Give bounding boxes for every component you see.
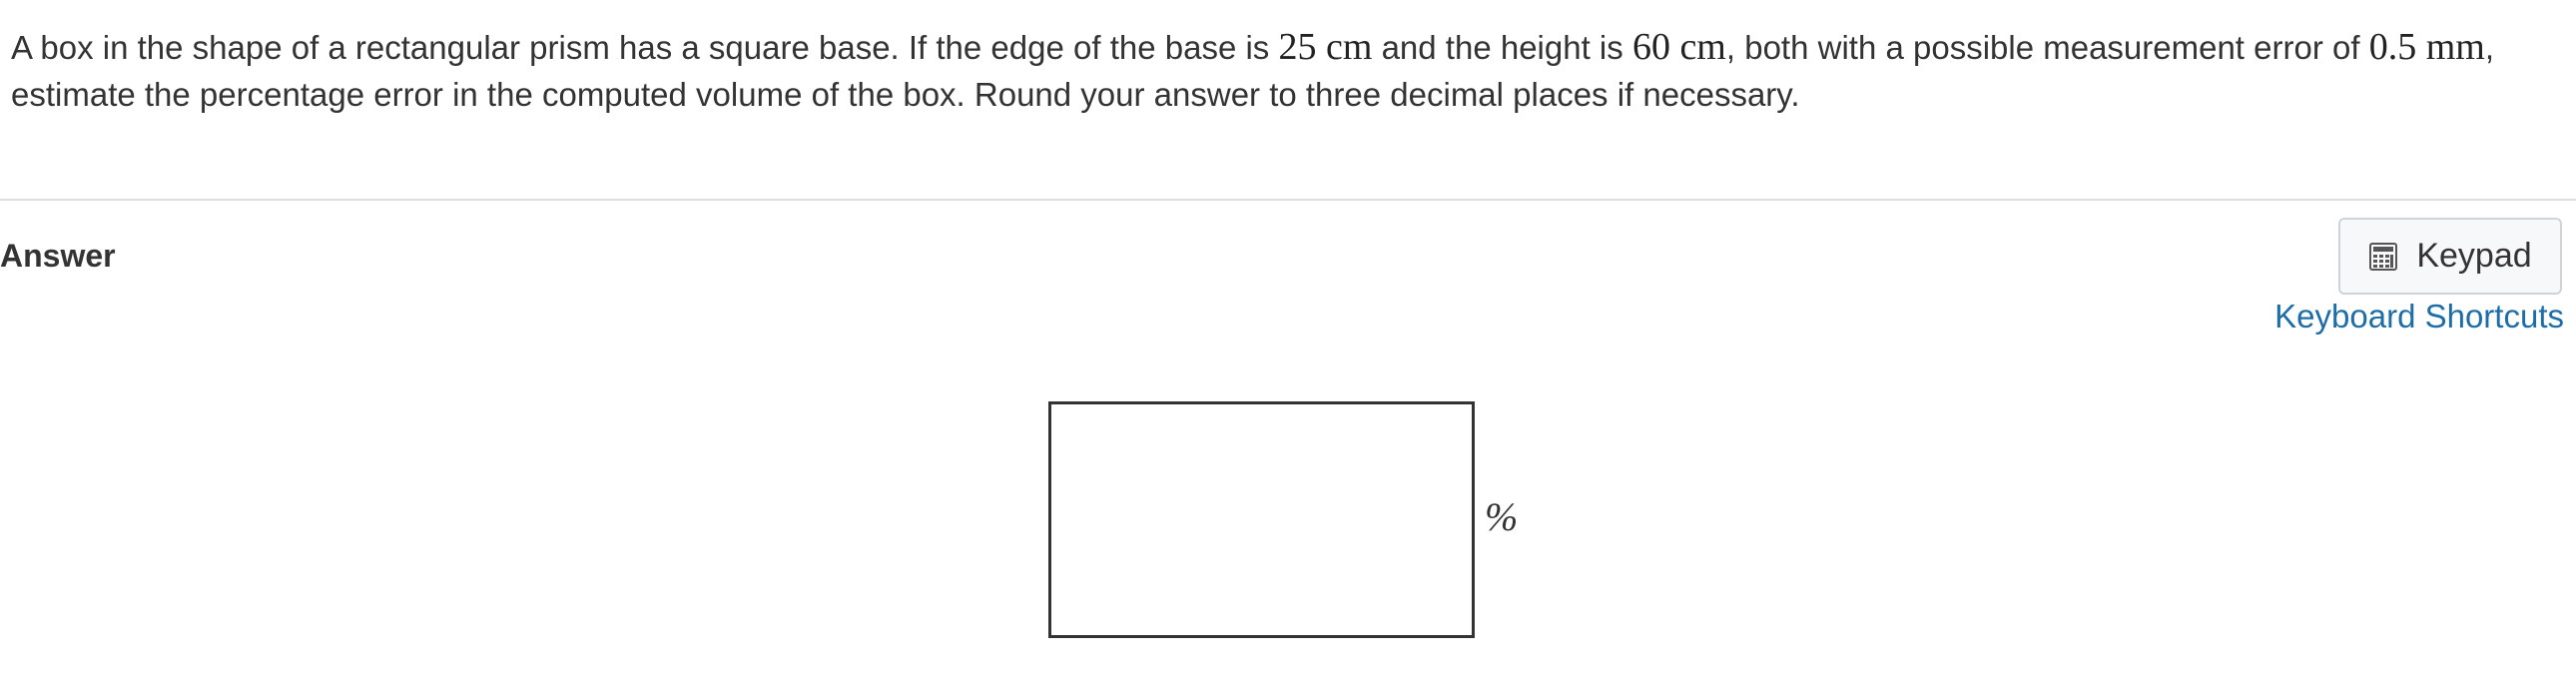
keypad-label: Keypad xyxy=(2416,237,2532,275)
question-text: A box in the shape of a rectangular pris… xyxy=(11,24,2547,118)
error-value: 0.5 mm xyxy=(2368,26,2485,68)
keypad-button[interactable]: Keypad xyxy=(2338,218,2562,295)
answer-input[interactable] xyxy=(1048,401,1475,638)
height-value: 60 cm xyxy=(1631,26,1726,68)
section-divider xyxy=(0,199,2576,201)
question-text-part: and the height is xyxy=(1372,29,1632,66)
calculator-icon xyxy=(2368,242,2398,272)
question-text-part: , both with a possible measurement error… xyxy=(1725,29,2369,66)
keyboard-shortcuts-link[interactable]: Keyboard Shortcuts xyxy=(2274,298,2564,336)
answer-heading: Answer xyxy=(0,238,116,274)
percent-unit: % xyxy=(1485,494,1519,539)
question-text-part: A box in the shape of a rectangular pris… xyxy=(11,29,1279,66)
base-edge-value: 25 cm xyxy=(1278,26,1373,68)
